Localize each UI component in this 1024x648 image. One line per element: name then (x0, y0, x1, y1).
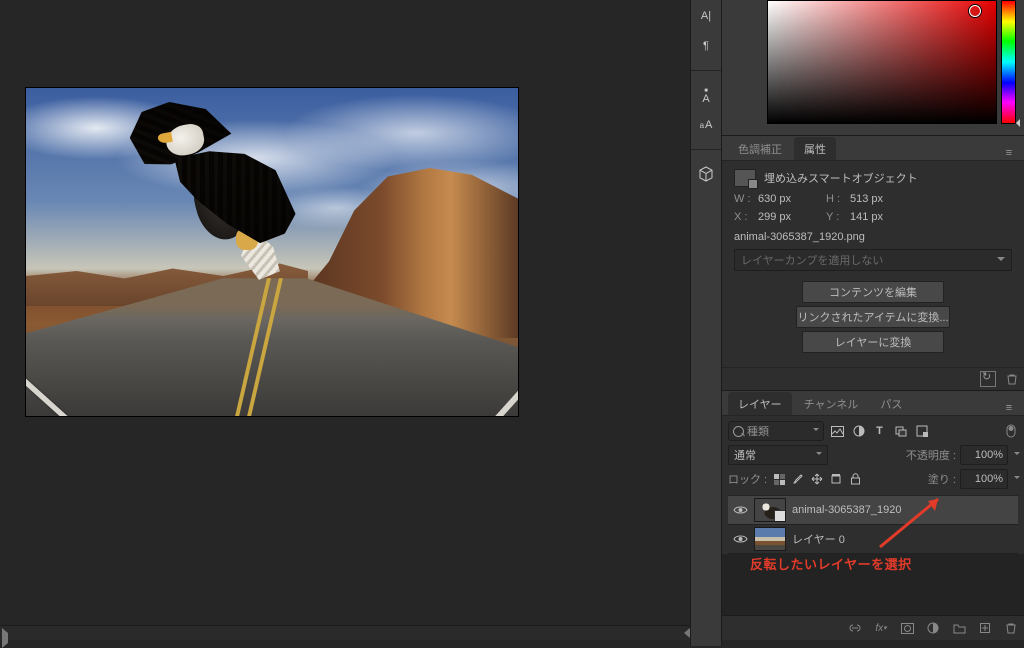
canvas-area[interactable] (0, 0, 692, 640)
layer-thumbnail[interactable] (754, 527, 786, 551)
height-value[interactable]: 513 px (850, 193, 896, 205)
layers-panel: レイヤー チャンネル パス ≡ 種類 T 通常 不透明度 : (722, 391, 1024, 640)
filter-smart-icon[interactable] (914, 424, 929, 439)
horizontal-scrollbar[interactable] (0, 625, 692, 640)
fill-label: 塗り : (928, 471, 956, 487)
lock-position-icon[interactable] (810, 472, 824, 486)
link-layers-icon[interactable] (848, 621, 862, 635)
filter-adjust-icon[interactable] (851, 424, 866, 439)
lock-all-icon[interactable] (848, 472, 862, 486)
tab-color-correction[interactable]: 色調補正 (728, 137, 792, 160)
character-a-icon[interactable]: A| (695, 6, 717, 26)
tab-channels[interactable]: チャンネル (794, 392, 869, 415)
annotation-text: 反転したいレイヤーを選択 (750, 554, 912, 573)
right-panels: 色調補正 属性 ≡ 埋め込みスマートオブジェクト W : 630 px H : 51… (721, 0, 1024, 640)
filter-shape-icon[interactable] (893, 424, 908, 439)
width-value[interactable]: 630 px (758, 193, 804, 205)
width-label: W : (734, 193, 752, 205)
paragraph-icon[interactable]: ¶ (695, 36, 717, 56)
convert-layer-button[interactable]: レイヤーに変換 (802, 331, 944, 353)
tab-paths[interactable]: パス (870, 392, 912, 415)
blend-mode-select[interactable]: 通常 (728, 445, 828, 465)
convert-linked-button[interactable]: リンクされたアイテムに変換... (796, 306, 949, 328)
new-layer-icon[interactable] (978, 621, 992, 635)
color-field[interactable] (767, 0, 997, 124)
layer-comp-select[interactable]: レイヤーカンプを適用しない (734, 249, 1012, 271)
filter-image-icon[interactable] (830, 424, 845, 439)
document-image[interactable] (26, 88, 518, 416)
color-picker-panel (722, 0, 1024, 136)
layers-footer: fx▾ (722, 615, 1024, 640)
lock-pixels-icon[interactable] (772, 472, 786, 486)
smart-object-icon (734, 169, 756, 187)
filter-toggle[interactable] (1003, 424, 1018, 439)
source-filename: animal-3065387_1920.png (734, 231, 1012, 243)
lock-label: ロック : (728, 471, 767, 487)
delete-layer-icon[interactable] (1004, 621, 1018, 635)
x-value[interactable]: 299 px (758, 211, 804, 223)
mask-icon[interactable] (900, 621, 914, 635)
lock-artboard-icon[interactable] (829, 472, 843, 486)
filter-type-icon[interactable]: T (872, 424, 887, 439)
y-value[interactable]: 141 px (850, 211, 896, 223)
adjustment-icon[interactable] (926, 621, 940, 635)
search-icon (733, 426, 744, 437)
visibility-toggle[interactable] (732, 502, 748, 518)
eagle-graphic (126, 100, 306, 300)
cube-3d-icon[interactable] (695, 164, 717, 184)
panel-menu-icon[interactable]: ≡ (1002, 146, 1016, 160)
layers-empty-area: 反転したいレイヤーを選択 (722, 554, 1024, 615)
reset-icon[interactable] (980, 371, 996, 387)
glyph-a-sub-icon[interactable]: aA (695, 115, 717, 135)
hue-slider[interactable] (1001, 0, 1016, 124)
trash-icon[interactable] (1006, 373, 1018, 385)
annotation-arrow (872, 491, 952, 553)
layer-filter-select[interactable]: 種類 (728, 421, 824, 441)
properties-title: 埋め込みスマートオブジェクト (764, 170, 918, 186)
layer-thumbnail[interactable] (754, 498, 786, 522)
x-label: X : (734, 211, 752, 223)
layers-panel-menu-icon[interactable]: ≡ (1002, 401, 1016, 415)
edit-contents-button[interactable]: コンテンツを編集 (802, 281, 944, 303)
fx-icon[interactable]: fx▾ (874, 621, 888, 635)
height-label: H : (826, 193, 844, 205)
tab-attributes[interactable]: 属性 (794, 137, 836, 160)
layer-name[interactable]: レイヤー 0 (792, 531, 845, 547)
color-cursor (969, 5, 981, 17)
glyph-a-dot-icon[interactable]: ■A (695, 85, 717, 105)
lock-brush-icon[interactable] (791, 472, 805, 486)
opacity-field[interactable]: 100% (960, 445, 1008, 465)
opacity-label: 不透明度 : (906, 447, 956, 463)
visibility-toggle[interactable] (732, 531, 748, 547)
tab-layers[interactable]: レイヤー (728, 392, 792, 415)
fill-field[interactable]: 100% (960, 469, 1008, 489)
group-icon[interactable] (952, 621, 966, 635)
properties-panel: 色調補正 属性 ≡ 埋め込みスマートオブジェクト W : 630 px H : 51… (722, 136, 1024, 391)
vertical-toolbar: A| ¶ ■A aA (690, 0, 722, 646)
y-label: Y : (826, 211, 844, 223)
